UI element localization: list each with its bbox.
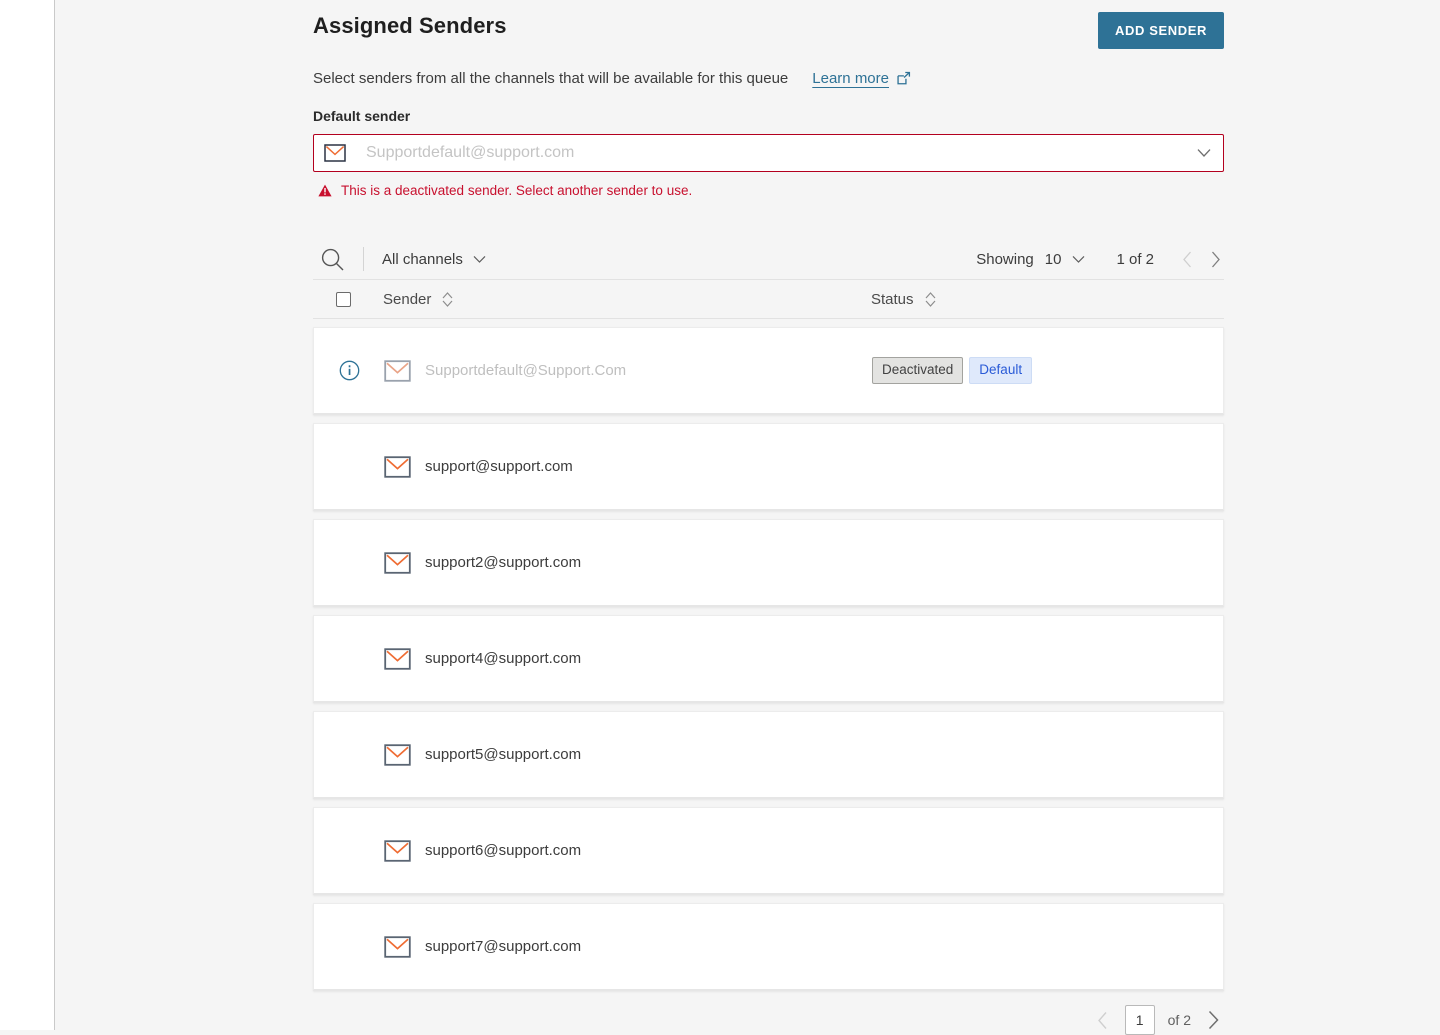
envelope-icon [384, 743, 411, 766]
row-sender-cell: support5@support.com [384, 743, 872, 766]
showing-per-page-dropdown[interactable]: Showing 10 [976, 251, 1085, 268]
page-title: Assigned Senders [313, 13, 507, 38]
envelope-icon [384, 455, 411, 478]
bottom-page-total-label: of 2 [1167, 1012, 1191, 1028]
table-row[interactable]: support4@support.com [313, 615, 1224, 703]
top-page-indicator: 1 of 2 [1116, 250, 1154, 268]
table-row[interactable]: support7@support.com [313, 903, 1224, 991]
prev-page-button-top[interactable] [1178, 248, 1196, 270]
select-all-cell [313, 291, 383, 307]
channel-filter-dropdown[interactable]: All channels [382, 251, 486, 268]
page-number-input[interactable]: 1 [1124, 1005, 1155, 1035]
row-sender-text: support6@support.com [425, 842, 582, 859]
row-sender-text: support5@support.com [425, 746, 582, 763]
table-header: Sender Status [313, 279, 1224, 319]
add-sender-button[interactable]: ADD SENDER [1098, 12, 1224, 49]
sort-icon[interactable] [924, 291, 937, 308]
page-canvas: Assigned Senders ADD SENDER Select sende… [56, 0, 1440, 1035]
sort-icon[interactable] [441, 291, 454, 308]
row-info-cell [314, 360, 384, 381]
column-header-sender-label: Sender [383, 290, 432, 308]
envelope-icon [384, 935, 411, 958]
default-sender-error-text: This is a deactivated sender. Select ano… [341, 183, 693, 198]
row-sender-text: support4@support.com [425, 650, 582, 667]
panel-subtitle-row: Select senders from all the channels tha… [313, 70, 1224, 87]
select-all-checkbox[interactable] [336, 291, 351, 307]
external-link-icon [896, 71, 911, 86]
info-icon[interactable] [339, 360, 360, 381]
learn-more-label: Learn more [812, 70, 889, 87]
row-sender-cell: support6@support.com [384, 839, 872, 862]
search-icon[interactable] [315, 242, 349, 276]
bottom-pagination: 1 of 2 [313, 1005, 1224, 1035]
showing-label: Showing [976, 250, 1034, 268]
table-row[interactable]: support@support.com [313, 423, 1224, 511]
table-row[interactable]: support2@support.com [313, 519, 1224, 607]
row-status-cell: Deactivated Default [872, 357, 1223, 384]
next-page-button-bottom[interactable] [1204, 1009, 1222, 1031]
envelope-icon [384, 359, 411, 382]
prev-page-button-bottom[interactable] [1094, 1009, 1112, 1031]
default-sender-value: Supportdefault@support.com [366, 144, 575, 161]
envelope-icon [384, 839, 411, 862]
row-sender-cell: Supportdefault@Support.Com [384, 359, 872, 382]
envelope-icon [324, 144, 346, 162]
row-sender-text: support@support.com [425, 458, 573, 475]
next-page-button-top[interactable] [1206, 248, 1224, 270]
channel-filter-label: All channels [382, 250, 463, 268]
row-sender-cell: support7@support.com [384, 935, 872, 958]
status-badge-default: Default [969, 357, 1033, 384]
table-row[interactable]: support6@support.com [313, 807, 1224, 895]
learn-more-link[interactable]: Learn more [812, 70, 911, 87]
panel-subtitle: Select senders from all the channels tha… [313, 70, 789, 87]
sender-rows: Supportdefault@Support.Com Deactivated Def… [313, 327, 1224, 991]
column-header-sender[interactable]: Sender [383, 291, 871, 308]
warning-triangle-icon [318, 184, 332, 197]
table-row[interactable]: Supportdefault@Support.Com Deactivated Def… [313, 327, 1224, 415]
default-sender-label: Default sender [313, 108, 411, 124]
row-sender-cell: support2@support.com [384, 551, 872, 574]
row-sender-text: support2@support.com [425, 554, 582, 571]
row-sender-text: Supportdefault@Support.Com [425, 362, 627, 379]
envelope-icon [384, 647, 411, 670]
default-sender-select[interactable]: Supportdefault@support.com [313, 134, 1224, 172]
assigned-senders-panel: Assigned Senders ADD SENDER Select sende… [313, 0, 1224, 1035]
chevron-down-icon[interactable] [1197, 148, 1211, 158]
panel-header: Assigned Senders ADD SENDER [313, 0, 1224, 49]
column-header-status-label: Status [871, 290, 914, 308]
row-sender-text: support7@support.com [425, 938, 582, 955]
table-toolbar: All channels Showing 10 1 of 2 [313, 239, 1224, 279]
left-nav-rail [0, 0, 55, 1030]
column-header-status[interactable]: Status [871, 291, 1224, 308]
status-badge-deactivated: Deactivated [872, 357, 964, 384]
chevron-down-icon [473, 255, 486, 264]
row-sender-cell: support4@support.com [384, 647, 872, 670]
envelope-icon [384, 551, 411, 574]
top-pagination [1178, 248, 1224, 270]
showing-count: 10 [1044, 250, 1062, 268]
chevron-down-icon [1072, 255, 1085, 264]
table-row[interactable]: support5@support.com [313, 711, 1224, 799]
default-sender-error: This is a deactivated sender. Select ano… [313, 183, 1224, 198]
toolbar-divider [363, 247, 364, 271]
row-sender-cell: support@support.com [384, 455, 872, 478]
